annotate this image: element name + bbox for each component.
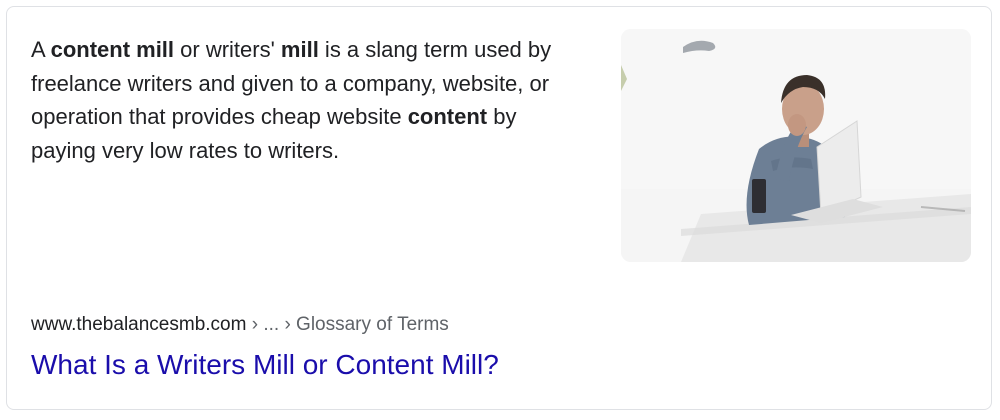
snippet-bold-term: content mill (50, 37, 175, 62)
result-title-link[interactable]: What Is a Writers Mill or Content Mill? (31, 347, 499, 383)
result-domain: www.thebalancesmb.com (31, 314, 247, 335)
person-at-laptop-photo-icon (621, 29, 971, 262)
result-citation: www.thebalancesmb.com › ... › Glossary o… (31, 313, 449, 337)
snippet-text-part: or writers' (174, 37, 281, 62)
snippet-bold-term: mill (280, 37, 319, 62)
result-thumbnail-image[interactable] (621, 29, 971, 262)
snippet-text: A content mill or writers' mill is a sla… (31, 33, 571, 167)
result-breadcrumb: › ... › Glossary of Terms (246, 314, 449, 335)
snippet-text-part: A (31, 37, 51, 62)
featured-snippet-card: A content mill or writers' mill is a sla… (6, 6, 992, 410)
snippet-bold-term: content (407, 104, 488, 129)
